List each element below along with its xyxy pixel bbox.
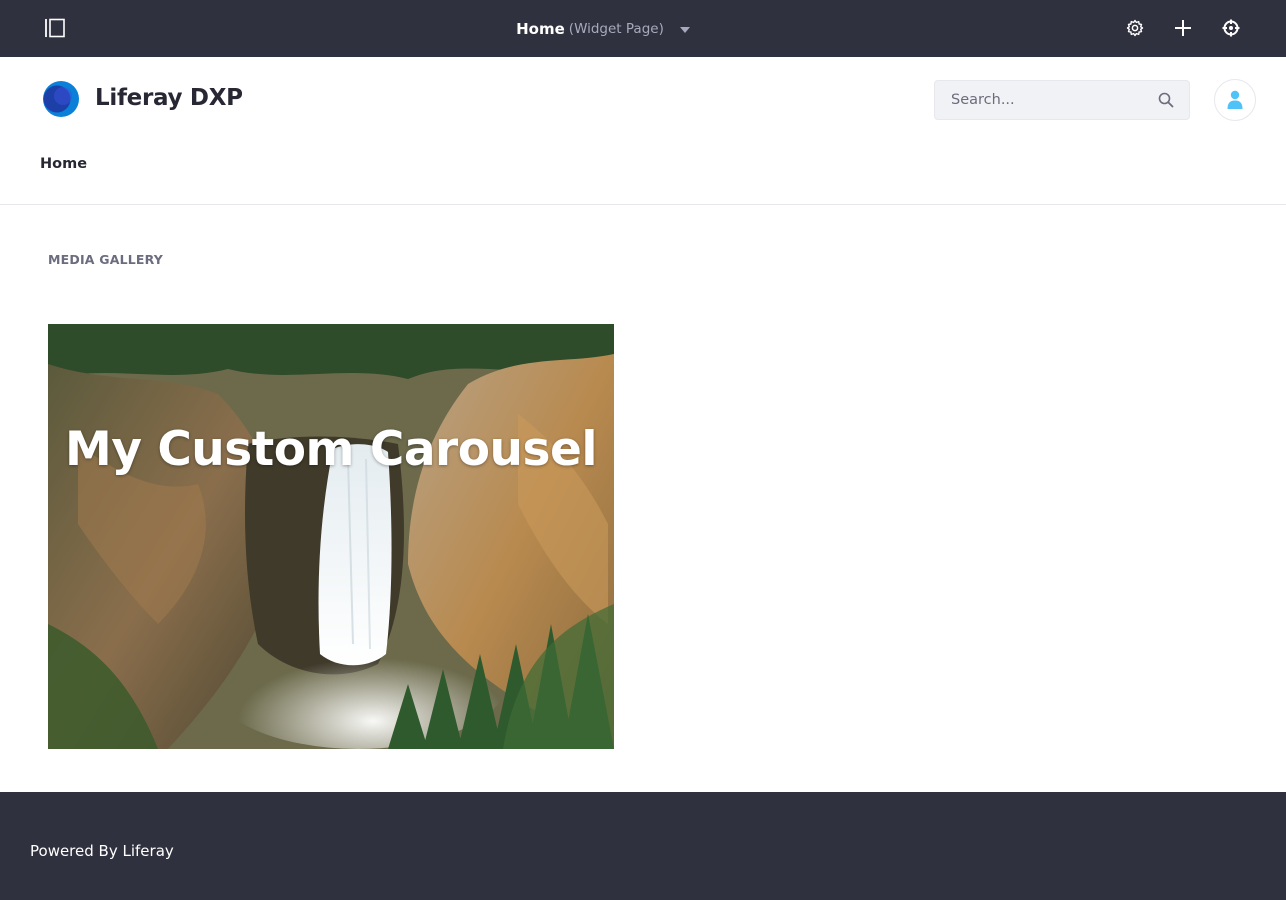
page-title: Home — [516, 19, 565, 38]
portlet-title: MEDIA GALLERY — [48, 252, 164, 267]
media-carousel[interactable]: My Custom Carousel — [48, 324, 614, 749]
liferay-logo[interactable] — [40, 81, 80, 119]
user-avatar[interactable] — [1214, 79, 1256, 121]
footer-liferay-link[interactable]: Liferay — [123, 842, 174, 860]
caret-down-icon[interactable] — [679, 26, 690, 33]
gear-icon[interactable] — [1121, 14, 1149, 42]
footer-credit: Powered By Liferay — [30, 842, 174, 860]
plus-icon[interactable] — [1169, 14, 1197, 42]
search-bar — [934, 80, 1190, 120]
search-icon[interactable] — [1157, 91, 1175, 109]
carousel-caption: My Custom Carousel — [65, 422, 597, 477]
control-menu: Home (Widget Page) — [0, 0, 1286, 57]
search-input[interactable] — [935, 81, 1145, 119]
waterfall-image — [48, 324, 614, 749]
page-title-group: Home (Widget Page) — [0, 0, 1286, 57]
footer-prefix: Powered By — [30, 842, 118, 860]
page-type-label: (Widget Page) — [568, 20, 664, 37]
site-name[interactable]: Liferay DXP — [95, 85, 243, 111]
user-icon — [1227, 90, 1243, 109]
simulation-icon[interactable] — [1217, 14, 1245, 42]
nav-item-home[interactable]: Home — [40, 156, 87, 172]
site-footer: Powered By Liferay — [0, 792, 1286, 900]
site-header: Liferay DXP Home — [0, 57, 1286, 205]
